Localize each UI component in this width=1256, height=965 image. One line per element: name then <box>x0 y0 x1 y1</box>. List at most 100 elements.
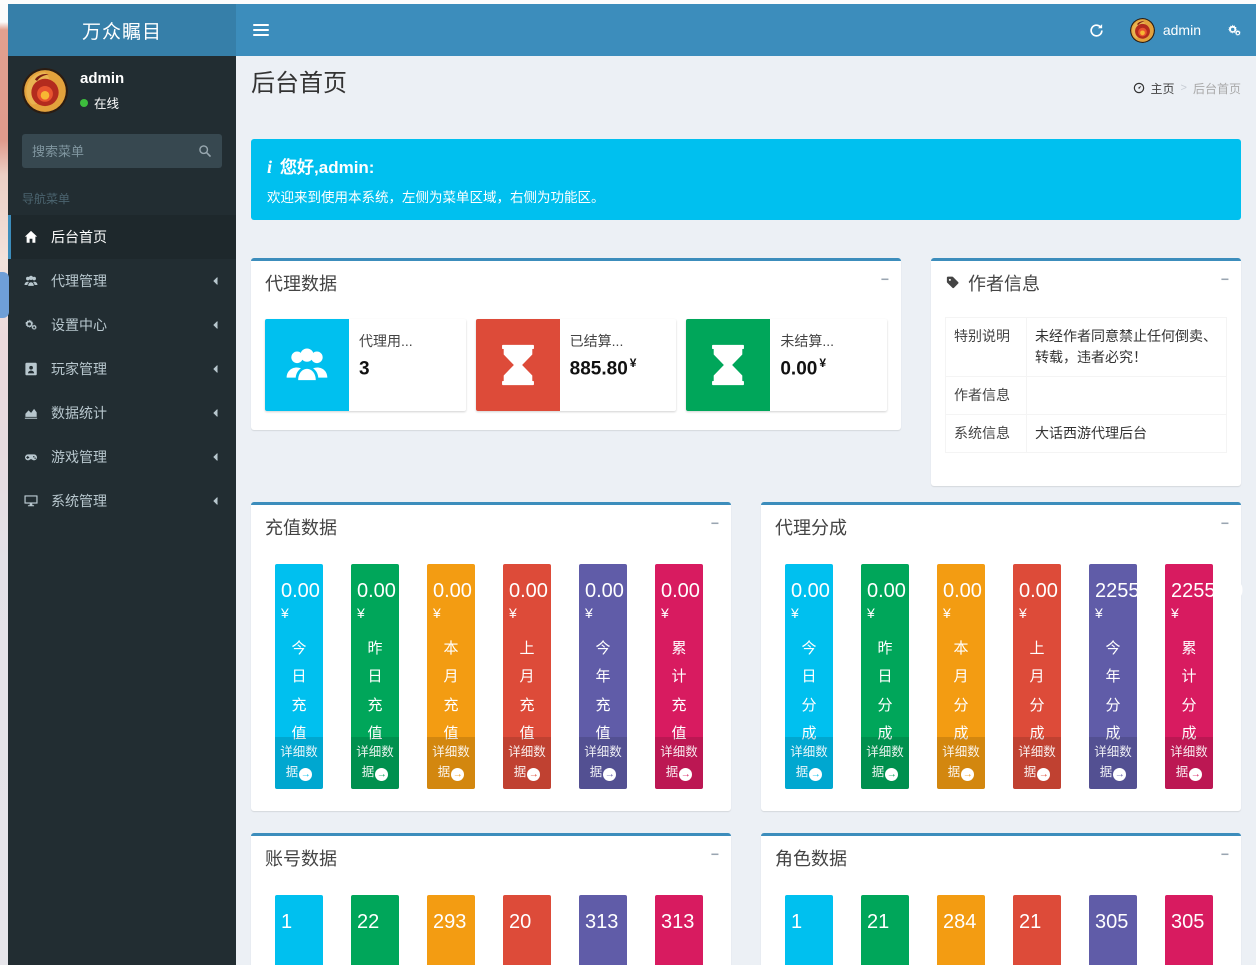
sidebar-item[interactable]: 代理管理 <box>8 259 236 303</box>
tile-value: 0.00 <box>579 564 627 603</box>
collapse-button[interactable]: − <box>1221 271 1229 287</box>
info-box-row: 代理用... 3 已结算... 885.80¥ <box>251 305 901 411</box>
sidebar-item[interactable]: 后台首页 <box>8 215 236 259</box>
alert-body: 欢迎来到使用本系统，左侧为菜单区域，右侧为功能区。 <box>267 186 1225 206</box>
tile-value: 0.00 <box>1013 564 1061 603</box>
tile-detail-link[interactable]: 详细数据→ <box>785 737 833 789</box>
alert-title: i您好,admin: <box>267 153 1225 178</box>
tile-label: 上月充值 <box>518 635 535 749</box>
tile-value: 0.00 <box>655 564 703 603</box>
chevron-left-icon <box>210 319 222 331</box>
stat-tile: 2255.10 ¥ 今年分成 详细数据→ <box>1089 564 1137 789</box>
sidebar-item[interactable]: 系统管理 <box>8 479 236 523</box>
sidebar-item[interactable]: 数据统计 <box>8 391 236 435</box>
collapse-button[interactable]: − <box>881 271 889 287</box>
sidebar-user-name: admin <box>80 70 124 87</box>
collapse-button[interactable]: − <box>711 515 719 531</box>
tile-value: 313 <box>655 895 703 934</box>
top-navbar: 万众瞩目 admin <box>8 4 1256 56</box>
tile-value: 0.00 <box>351 564 399 603</box>
edge-blue-tab[interactable] <box>0 272 9 318</box>
panel-header: 代理分成 − <box>761 505 1241 549</box>
chevron-left-icon <box>210 275 222 287</box>
tile-value: 293 <box>427 895 475 934</box>
sidebar-item-label: 玩家管理 <box>51 359 198 379</box>
author-info-row: 系统信息 大话西游代理后台 <box>946 414 1227 452</box>
stat-tile: 22 昨日 详细数据→ <box>351 895 399 965</box>
tile-detail-link[interactable]: 详细数据→ <box>579 737 627 789</box>
info-box: 未结算... 0.00¥ <box>686 319 887 411</box>
sidebar-toggle-button[interactable] <box>236 4 286 56</box>
sidebar-item[interactable]: 设置中心 <box>8 303 236 347</box>
tile-detail-link[interactable]: 详细数据→ <box>655 737 703 789</box>
gear-icon[interactable] <box>1213 4 1256 56</box>
tile-detail-link[interactable]: 详细数据→ <box>275 737 323 789</box>
chevron-left-icon <box>210 451 222 463</box>
stat-tile: 284 本月 详细数据→ <box>937 895 985 965</box>
stat-tile: 0.00 ¥ 本月充值 详细数据→ <box>427 564 475 789</box>
stat-tile: 0.00 ¥ 今年充值 详细数据→ <box>579 564 627 789</box>
stat-tile: 0.00 ¥ 上月分成 详细数据→ <box>1013 564 1061 789</box>
tile-detail-link[interactable]: 详细数据→ <box>937 737 985 789</box>
breadcrumb-current: 后台首页 <box>1193 80 1241 97</box>
panel-agent-data: 代理数据 − 代理用... 3 <box>251 258 901 430</box>
panel-header: 作者信息 − <box>931 261 1241 305</box>
arrow-circle-icon: → <box>299 768 312 781</box>
tile-value: 0.00 <box>785 564 833 603</box>
dashboard-icon <box>1133 82 1145 94</box>
arrow-circle-icon: → <box>375 768 388 781</box>
panel-recharge-data: 充值数据 − 0.00 ¥ 今日充值 详细数据→ 0.00 <box>251 502 731 811</box>
tile-unit: ¥ <box>1165 603 1213 621</box>
search-icon[interactable] <box>188 134 222 168</box>
info-box-value: 885.80¥ <box>570 356 637 380</box>
tile-detail-link[interactable]: 详细数据→ <box>503 737 551 789</box>
breadcrumb-home[interactable]: 主页 <box>1151 80 1175 97</box>
tile-value: 313 <box>579 895 627 934</box>
tile-detail-link[interactable]: 详细数据→ <box>1165 737 1213 789</box>
collapse-button[interactable]: − <box>1221 846 1229 862</box>
tag-icon <box>945 275 960 290</box>
tile-unit <box>579 934 627 952</box>
sidebar-item-icon <box>22 406 39 420</box>
admin-dashboard: 万众瞩目 admin admin 在线 <box>0 0 1256 965</box>
search-input[interactable] <box>22 144 188 159</box>
tile-unit: ¥ <box>579 603 627 621</box>
tile-unit: ¥ <box>427 603 475 621</box>
tile-label: 本月分成 <box>952 635 969 749</box>
tile-unit <box>1089 934 1137 952</box>
tile-label: 今日分成 <box>800 635 817 749</box>
tile-unit <box>503 934 551 952</box>
user-menu[interactable]: admin <box>1118 18 1213 43</box>
tile-detail-link[interactable]: 详细数据→ <box>861 737 909 789</box>
info-box-label: 已结算... <box>570 331 637 351</box>
arrow-circle-icon: → <box>603 768 616 781</box>
sidebar-item[interactable]: 游戏管理 <box>8 435 236 479</box>
stat-tile: 0.00 ¥ 本月分成 详细数据→ <box>937 564 985 789</box>
collapse-button[interactable]: − <box>1221 515 1229 531</box>
author-info-table: 特别说明 未经作者同意禁止任何倒卖、转载，违者必究！ 作者信息 <box>945 317 1227 453</box>
tile-unit: ¥ <box>275 603 323 621</box>
sidebar-item-icon <box>22 362 39 376</box>
stat-tile: 0.00 ¥ 累计充值 详细数据→ <box>655 564 703 789</box>
panel-author-info: 作者信息 − 特别说明 未经作者同意禁止任何倒卖、转载，违者必究！ <box>931 258 1241 486</box>
tile-value: 21 <box>861 895 909 934</box>
collapse-button[interactable]: − <box>711 846 719 862</box>
tile-value: 0.00 <box>861 564 909 603</box>
tile-label: 今年充值 <box>594 635 611 749</box>
author-info-row: 特别说明 未经作者同意禁止任何倒卖、转载，违者必究！ <box>946 317 1227 376</box>
stat-tile: 20 上月 详细数据→ <box>503 895 551 965</box>
info-box-icon <box>686 319 770 411</box>
navbar-right: admin <box>1075 4 1256 56</box>
tile-detail-link[interactable]: 详细数据→ <box>427 737 475 789</box>
arrow-circle-icon: → <box>527 768 540 781</box>
brand-logo[interactable]: 万众瞩目 <box>8 4 236 56</box>
tile-detail-link[interactable]: 详细数据→ <box>351 737 399 789</box>
tile-unit <box>937 934 985 952</box>
breadcrumb-divider: > <box>1181 82 1187 94</box>
tile-detail-link[interactable]: 详细数据→ <box>1013 737 1061 789</box>
tile-detail-link[interactable]: 详细数据→ <box>1089 737 1137 789</box>
tile-value: 0.00 <box>427 564 475 603</box>
author-row-value: 大话西游代理后台 <box>1027 414 1227 452</box>
sidebar-item[interactable]: 玩家管理 <box>8 347 236 391</box>
refresh-icon[interactable] <box>1075 4 1118 56</box>
